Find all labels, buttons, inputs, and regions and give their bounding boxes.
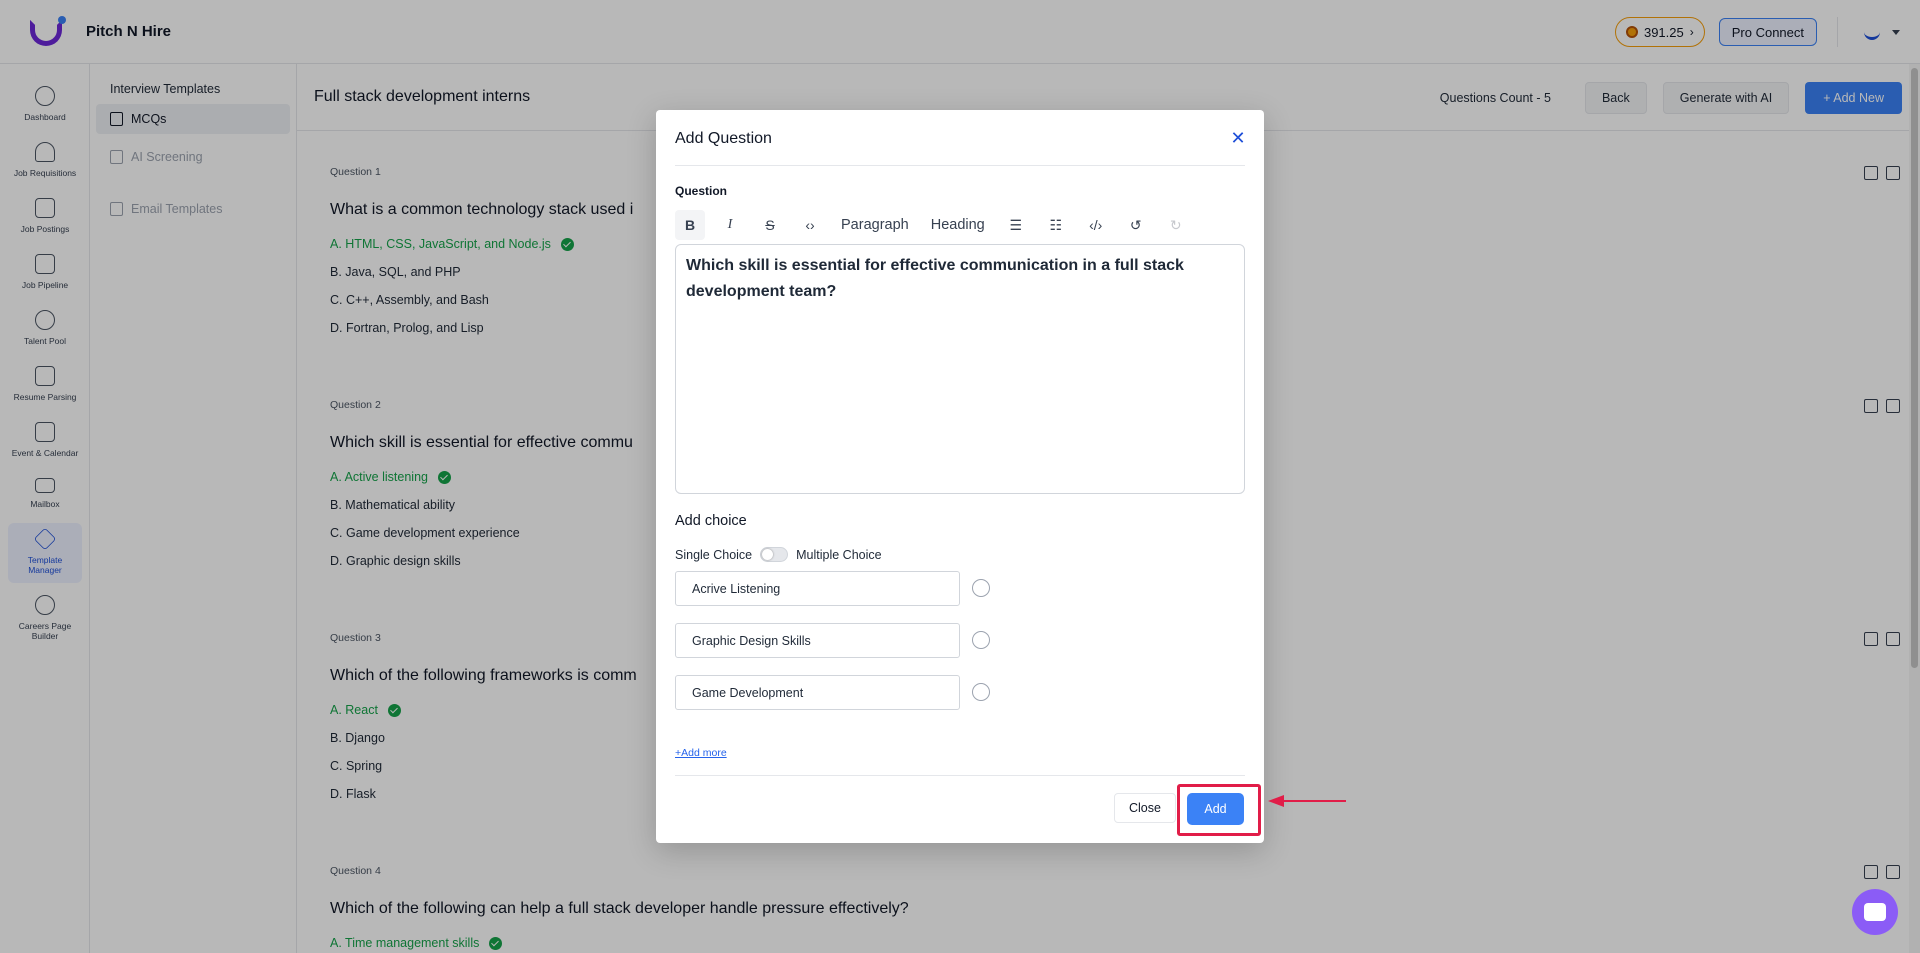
modal-title: Add Question	[675, 130, 772, 147]
chat-button[interactable]	[1852, 889, 1898, 935]
choice-type-toggle[interactable]	[760, 547, 789, 562]
chat-icon	[1864, 903, 1886, 921]
choice-input[interactable]: Acrive Listening	[675, 571, 960, 606]
question-field-label: Question	[675, 184, 728, 198]
undo-icon[interactable]: ↺	[1121, 210, 1151, 240]
close-icon[interactable]: ✕	[1230, 129, 1246, 147]
add-question-modal: Add Question ✕ Question B I S ‹› Paragra…	[656, 110, 1264, 843]
close-button[interactable]: Close	[1114, 793, 1176, 823]
italic-icon[interactable]: I	[715, 210, 745, 240]
question-editor[interactable]: Which skill is essential for effective c…	[675, 244, 1245, 494]
choice-radio[interactable]	[972, 683, 990, 701]
single-choice-label: Single Choice	[675, 547, 753, 562]
numbered-list-icon[interactable]: ☷	[1041, 210, 1071, 240]
code-block-icon[interactable]: ‹/›	[1081, 210, 1111, 240]
paragraph-button[interactable]: Paragraph	[835, 217, 915, 233]
strikethrough-icon[interactable]: S	[755, 210, 785, 240]
redo-icon[interactable]: ↻	[1161, 210, 1191, 240]
editor-toolbar: B I S ‹› Paragraph Heading ☰ ☷ ‹/› ↺ ↻	[675, 210, 1201, 240]
choice-radio[interactable]	[972, 579, 990, 597]
add-choice-title: Add choice	[675, 513, 747, 529]
annotation-arrow-icon	[1268, 795, 1346, 807]
choice-type-row: Single Choice Multiple Choice	[675, 547, 882, 562]
code-icon[interactable]: ‹›	[795, 210, 825, 240]
heading-button[interactable]: Heading	[925, 217, 991, 233]
choice-input[interactable]: Graphic Design Skills	[675, 623, 960, 658]
divider	[675, 775, 1245, 776]
bold-icon[interactable]: B	[675, 210, 705, 240]
choice-input[interactable]: Game Development	[675, 675, 960, 710]
choice-radio[interactable]	[972, 631, 990, 649]
multiple-choice-label: Multiple Choice	[796, 547, 882, 562]
add-more-link[interactable]: +Add more	[675, 747, 727, 759]
highlight-box	[1177, 784, 1261, 836]
divider	[675, 165, 1245, 166]
bullet-list-icon[interactable]: ☰	[1001, 210, 1031, 240]
